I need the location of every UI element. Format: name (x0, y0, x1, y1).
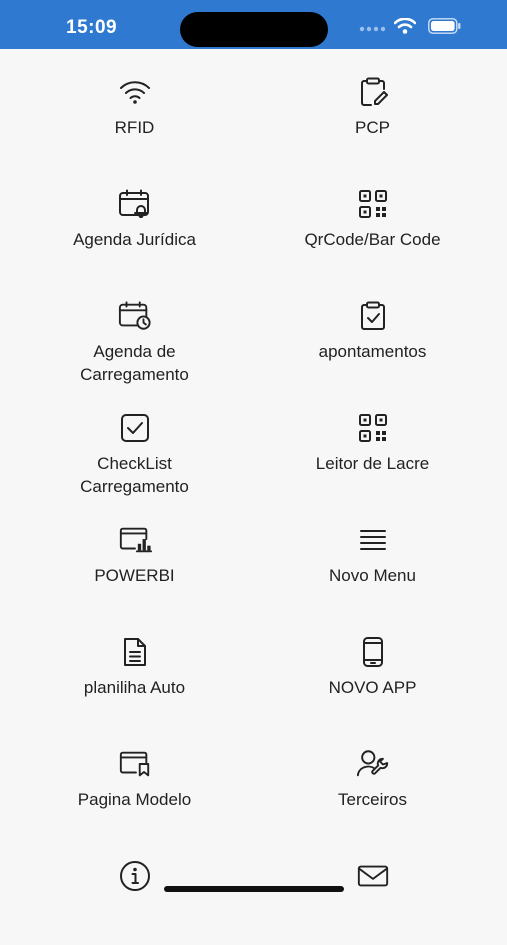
window-bookmark-icon (118, 748, 152, 780)
menu-item-label: Pagina Modelo (77, 790, 192, 809)
phone-icon (356, 636, 390, 668)
status-bar: 15:09 (0, 0, 507, 49)
chart-window-icon (118, 524, 152, 556)
wifi-status-icon (394, 18, 416, 34)
menu-item-label: Agenda de Carregamento (80, 342, 189, 384)
home-indicator[interactable] (164, 886, 344, 892)
menu-item-terceiros[interactable]: Terceiros (246, 721, 499, 833)
menu-item-label: apontamentos (318, 342, 427, 361)
menu-item-label: Novo Menu (329, 566, 416, 585)
checkbox-icon (118, 412, 152, 444)
wifi-icon (118, 76, 152, 108)
menu-item-label: POWERBI (94, 566, 175, 585)
user-wrench-icon (356, 748, 390, 780)
qrcode-icon (356, 412, 390, 444)
menu-item-novo-app[interactable]: NOVO APP (246, 609, 499, 721)
menu-lines-icon (356, 524, 390, 556)
menu-item-pcp[interactable]: PCP (246, 49, 499, 161)
info-icon (118, 860, 152, 892)
signal-dots-icon (359, 26, 385, 32)
battery-icon (428, 18, 461, 34)
menu-item-checklist-carregamento[interactable]: CheckList Carregamento (8, 385, 261, 497)
menu-item-label: Agenda Jurídica (73, 230, 196, 249)
menu-item-label: planiliha Auto (83, 678, 186, 697)
menu-item-label: Leitor de Lacre (315, 454, 430, 473)
qrcode-icon (356, 188, 390, 220)
calendar-bell-icon (118, 188, 152, 220)
status-time: 15:09 (66, 17, 118, 38)
menu-item-agenda-de-carregamento[interactable]: Agenda de Carregamento (8, 273, 261, 385)
menu-item-label: RFID (114, 118, 155, 137)
mail-icon (356, 860, 390, 892)
menu-item-label: PCP (355, 118, 390, 137)
menu-item-label: NOVO APP (328, 678, 417, 697)
menu-item-label: CheckList Carregamento (80, 454, 189, 496)
menu-item-pagina-modelo[interactable]: Pagina Modelo (8, 721, 261, 833)
menu-item-apontamentos[interactable]: apontamentos (246, 273, 499, 385)
menu-item-novo-menu[interactable]: Novo Menu (246, 497, 499, 609)
menu-item-qrcode-bar-code[interactable]: QrCode/Bar Code (246, 161, 499, 273)
menu-item-agenda-juridica[interactable]: Agenda Jurídica (8, 161, 261, 273)
menu-item-label: QrCode/Bar Code (304, 230, 441, 249)
menu-item-leitor-de-lacre[interactable]: Leitor de Lacre (246, 385, 499, 497)
menu-item-planiliha-auto[interactable]: planiliha Auto (8, 609, 261, 721)
document-icon (118, 636, 152, 668)
clipboard-edit-icon (356, 76, 390, 108)
menu-item-label: Terceiros (338, 790, 407, 809)
menu-item-powerbi[interactable]: POWERBI (8, 497, 261, 609)
menu-item-rfid[interactable]: RFID (8, 49, 261, 161)
dynamic-island (180, 12, 328, 47)
calendar-clock-icon (118, 300, 152, 332)
clipboard-check-icon (356, 300, 390, 332)
